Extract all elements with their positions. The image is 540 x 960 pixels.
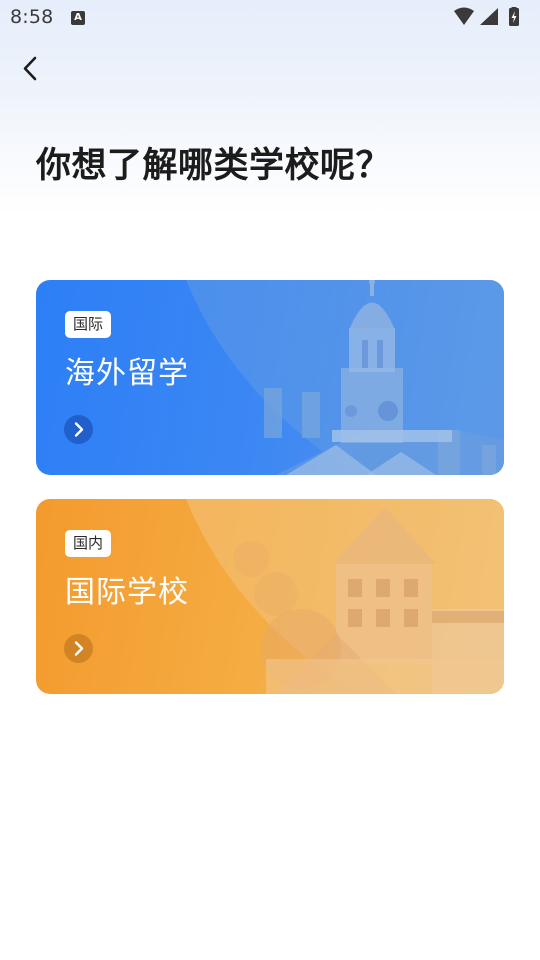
card-badge: 国际 xyxy=(65,311,112,338)
status-time: 8:58 xyxy=(10,6,54,28)
card-arrow-button[interactable] xyxy=(64,415,93,444)
international-school-card[interactable]: 国内 国际学校 xyxy=(36,499,504,694)
back-button[interactable] xyxy=(12,50,52,90)
chevron-right-icon xyxy=(74,641,84,656)
card-title: 海外留学 xyxy=(65,356,189,391)
overseas-study-card[interactable]: 国际 海外留学 xyxy=(36,280,504,475)
card-arrow-button[interactable] xyxy=(64,634,93,663)
wifi-icon xyxy=(454,7,474,25)
signal-icon xyxy=(480,8,498,25)
battery-charging-icon xyxy=(509,7,519,26)
page-title: 你想了解哪类学校呢？ xyxy=(36,146,392,186)
chevron-right-icon xyxy=(74,422,84,437)
status-icons xyxy=(454,7,519,26)
a-letter-icon: A xyxy=(71,11,85,25)
chevron-left-icon xyxy=(23,56,37,81)
card-badge: 国内 xyxy=(65,530,112,557)
status-bar: 8:58 A xyxy=(0,0,540,34)
card-title: 国际学校 xyxy=(65,575,189,610)
